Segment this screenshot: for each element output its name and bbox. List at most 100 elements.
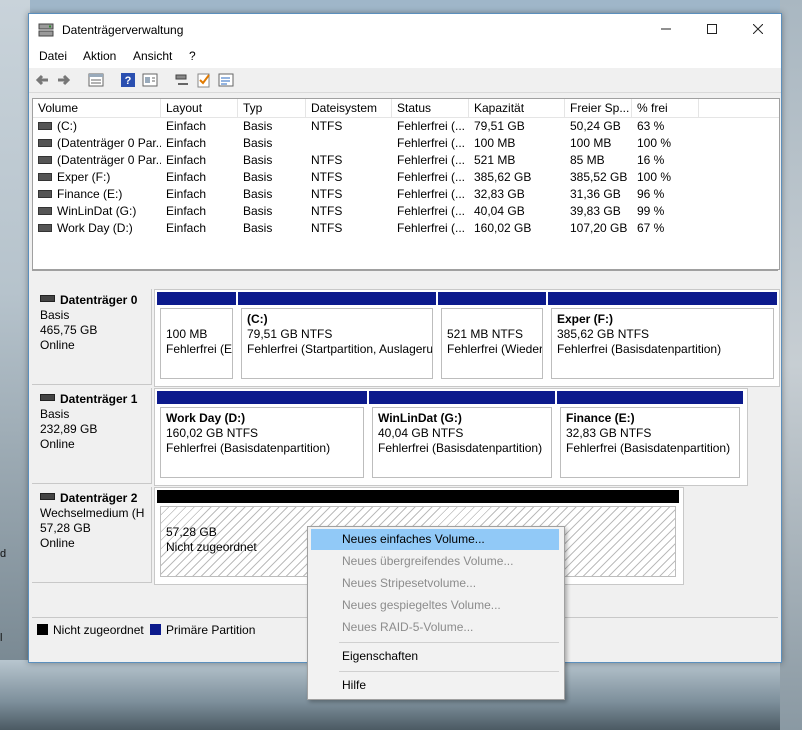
connect-icon[interactable] (174, 72, 190, 88)
disk-2-label[interactable]: Datenträger 2 Wechselmedium (H 57,28 GB … (32, 487, 152, 583)
table-row[interactable]: (Datenträger 0 Par... Einfach Basis Fehlerf… (33, 135, 779, 152)
desktop-icon-label-fragment: d (0, 548, 7, 560)
table-cell: Fehlerfrei (... (397, 119, 466, 133)
table-row[interactable]: Finance (E:) Einfach Basis NTFS Fehlerfrei (… (33, 186, 779, 203)
table-row[interactable]: Exper (F:) Einfach Basis NTFS Fehlerfrei (..… (33, 169, 779, 186)
volume-list-header: Volume Layout Typ Dateisystem Status Kap… (33, 99, 779, 118)
minimize-button[interactable] (643, 14, 689, 46)
settings-icon[interactable] (218, 72, 234, 88)
table-cell: 100 % (637, 170, 672, 184)
list-view-icon[interactable] (88, 72, 104, 88)
menu-new-mirrored-volume[interactable]: Neues gespiegeltes Volume... (311, 595, 559, 616)
table-cell: Fehlerfrei (... (397, 153, 466, 167)
menu-separator (339, 642, 559, 643)
column-header-dateisystem[interactable]: Dateisystem (306, 99, 392, 117)
table-row[interactable]: WinLinDat (G:) Einfach Basis NTFS Fehlerfrei… (33, 203, 779, 220)
menu-help[interactable]: ? (189, 49, 196, 63)
maximize-button[interactable] (689, 14, 735, 46)
table-cell: 99 % (637, 204, 665, 218)
primary-partition-bar (548, 292, 777, 305)
menu-aktion[interactable]: Aktion (83, 49, 116, 63)
menu-new-spanned-volume[interactable]: Neues übergreifendes Volume... (311, 551, 559, 572)
partition-status: Fehlerfrei (Basisdatenpartition) (566, 441, 731, 455)
menu-new-simple-volume[interactable]: Neues einfaches Volume... (311, 529, 559, 550)
column-header-volume[interactable]: Volume (33, 99, 161, 117)
table-cell: 385,52 GB (570, 170, 628, 184)
title-bar[interactable]: Datenträgerverwaltung (29, 14, 781, 46)
partition-name: (C:) (247, 312, 268, 326)
table-cell: 67 % (637, 221, 665, 235)
table-cell: Basis (243, 221, 273, 235)
primary-partition-bar (557, 391, 743, 404)
table-cell: Basis (243, 136, 273, 150)
disk-1-partitions: Work Day (D:) 160,02 GB NTFS Fehlerfrei (B… (154, 388, 748, 486)
table-cell: 521 MB (474, 153, 516, 167)
check-icon[interactable] (196, 72, 212, 88)
back-icon[interactable] (34, 72, 50, 88)
disk-1-status: Online (40, 437, 75, 451)
table-cell: 107,20 GB (570, 221, 628, 235)
disk-1-type: Basis (40, 407, 70, 421)
table-cell: Einfach (166, 204, 207, 218)
disk-0-size: 465,75 GB (40, 323, 98, 337)
disk-management-icon (38, 23, 54, 37)
volume-name: (Datenträger 0 Par... (57, 136, 161, 150)
menu-help-item[interactable]: Hilfe (311, 675, 559, 696)
column-header-layout[interactable]: Layout (161, 99, 238, 117)
menu-datei[interactable]: Datei (39, 49, 67, 63)
partition-c[interactable]: (C:) 79,51 GB NTFS Fehlerfrei (Startpartit… (238, 292, 436, 382)
partition-f[interactable]: Exper (F:) 385,62 GB NTFS Fehlerfrei (Basi… (548, 292, 777, 382)
table-cell: NTFS (311, 153, 343, 167)
disk-0-type: Basis (40, 308, 70, 322)
volume-name: (Datenträger 0 Par... (57, 153, 161, 167)
table-row[interactable]: Work Day (D:) Einfach Basis NTFS Fehlerfrei … (33, 220, 779, 237)
close-icon (752, 23, 764, 35)
partition-size: 160,02 GB NTFS (166, 426, 259, 440)
partition-name: WinLinDat (G:) (378, 411, 462, 425)
partition-efi[interactable]: 100 MBFehlerfrei (EFI-Systempartition) (157, 292, 236, 382)
table-cell: Einfach (166, 136, 207, 150)
partition-status: Fehlerfrei (Basisdatenpartition) (378, 441, 543, 455)
volume-name: (C:) (57, 119, 77, 133)
partition-recovery[interactable]: 521 MB NTFSFehlerfrei (Wiederherstellung… (438, 292, 546, 382)
table-cell: Basis (243, 170, 273, 184)
menu-new-striped-volume[interactable]: Neues Stripesetvolume... (311, 573, 559, 594)
window-title: Datenträgerverwaltung (62, 23, 184, 37)
column-header-typ[interactable]: Typ (238, 99, 306, 117)
drive-icon (38, 155, 52, 164)
column-header-kapazitaet[interactable]: Kapazität (469, 99, 565, 117)
menu-bar: Datei Aktion Ansicht ? (29, 46, 781, 68)
table-cell: 100 MB (570, 136, 612, 150)
menu-properties[interactable]: Eigenschaften (311, 646, 559, 667)
help-icon[interactable]: ? (120, 72, 136, 88)
close-button[interactable] (735, 14, 781, 46)
maximize-icon (707, 24, 717, 34)
column-header-prozent-frei[interactable]: % frei (632, 99, 699, 117)
forward-icon[interactable] (56, 72, 72, 88)
menu-new-raid5-volume[interactable]: Neues RAID-5-Volume... (311, 617, 559, 638)
disk-1-label[interactable]: Datenträger 1 Basis 232,89 GB Online (32, 388, 152, 484)
partition-d[interactable]: Work Day (D:) 160,02 GB NTFS Fehlerfrei (B… (157, 391, 367, 481)
disk-2-status: Online (40, 536, 75, 550)
table-row[interactable]: (C:) Einfach Basis NTFS Fehlerfrei (... 79,51… (33, 118, 779, 135)
legend-swatch-primary (150, 624, 161, 635)
drive-icon (38, 172, 52, 181)
partition-e[interactable]: Finance (E:) 32,83 GB NTFS Fehlerfrei (Bas… (557, 391, 743, 481)
volume-list: Volume Layout Typ Dateisystem Status Kap… (32, 98, 780, 270)
volume-name-cell: Finance (E:) (33, 186, 161, 203)
table-cell: 100 % (637, 136, 672, 150)
column-header-freier-speicher[interactable]: Freier Sp... (565, 99, 632, 117)
properties-icon[interactable] (142, 72, 158, 88)
partition-g[interactable]: WinLinDat (G:) 40,04 GB NTFS Fehlerfrei (B… (369, 391, 555, 481)
table-row[interactable]: (Datenträger 0 Par... Einfach Basis NTFS Feh… (33, 152, 779, 169)
menu-ansicht[interactable]: Ansicht (133, 49, 172, 63)
primary-partition-bar (157, 391, 367, 404)
legend-swatch-unallocated (37, 624, 48, 635)
volume-name: Exper (F:) (57, 170, 111, 184)
table-cell: 79,51 GB (474, 119, 525, 133)
table-cell: 40,04 GB (474, 204, 525, 218)
table-cell: NTFS (311, 204, 343, 218)
disk-0-label[interactable]: Datenträger 0 Basis 465,75 GB Online (32, 289, 152, 385)
column-header-status[interactable]: Status (392, 99, 469, 117)
table-cell: Basis (243, 153, 273, 167)
